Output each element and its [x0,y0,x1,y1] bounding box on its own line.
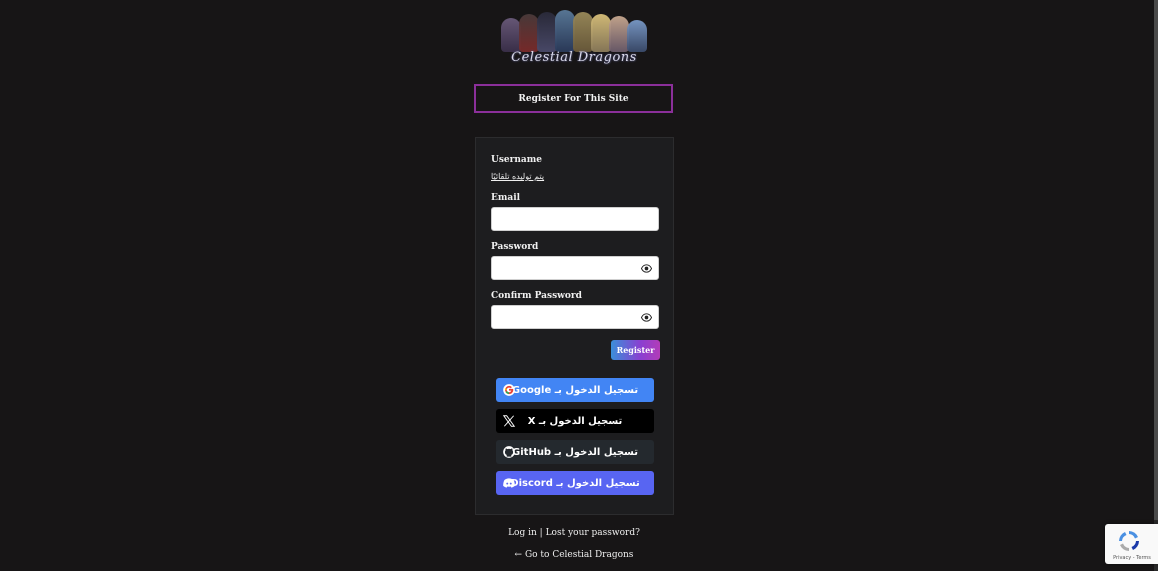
discord-login-button[interactable]: تسجيل الدخول بـ Discord [496,471,654,495]
github-icon [503,446,515,458]
username-label: Username [491,155,543,165]
email-label: Email [491,193,521,203]
lost-password-link[interactable]: Lost your password? [546,528,640,538]
recaptcha-terms-text[interactable]: Privacy - Terms [1107,555,1157,561]
password-label: Password [491,242,539,252]
google-login-label: تسجيل الدخول بـ Google [511,384,639,396]
password-field[interactable] [491,256,659,280]
login-link[interactable]: Log in [508,528,537,538]
google-icon [503,384,515,396]
email-field[interactable] [491,207,659,231]
x-icon [502,415,516,427]
username-auto-note: يتم توليده تلقائيًا [491,172,545,181]
x-login-label: تسجيل الدخول بـ X [527,415,623,427]
discord-login-label: تسجيل الدخول بـ Discord [510,477,640,489]
register-page: Celestial Dragons Register For This Site… [0,0,1158,571]
footer-separator: | [539,528,543,538]
confirm-password-field[interactable] [491,305,659,329]
register-banner: Register For This Site [474,84,673,113]
logo-text: Celestial Dragons [511,50,637,65]
register-form-card: Username يتم توليده تلقائيًا Email Passw… [475,137,674,515]
recaptcha-badge[interactable]: Privacy - Terms [1105,524,1158,564]
github-login-label: تسجيل الدخول بـ GitHub [512,446,638,458]
site-logo[interactable]: Celestial Dragons [497,6,651,68]
confirm-password-label: Confirm Password [491,291,582,301]
logo-characters-image [497,6,651,52]
show-confirm-password-eye-icon[interactable] [641,312,652,323]
footer-links: Log in | Lost your password? [474,528,674,538]
github-login-button[interactable]: تسجيل الدخول بـ GitHub [496,440,654,464]
scrollbar-thumb[interactable] [1154,0,1158,520]
discord-icon [503,478,515,488]
register-button[interactable]: Register [611,340,660,360]
recaptcha-icon [1119,531,1139,551]
back-to-site-link[interactable]: ← Go to Celestial Dragons [474,550,674,560]
x-login-button[interactable]: تسجيل الدخول بـ X [496,409,654,433]
scrollbar[interactable] [1154,0,1158,571]
register-banner-title: Register For This Site [518,93,629,104]
show-password-eye-icon[interactable] [641,263,652,274]
google-login-button[interactable]: تسجيل الدخول بـ Google [496,378,654,402]
